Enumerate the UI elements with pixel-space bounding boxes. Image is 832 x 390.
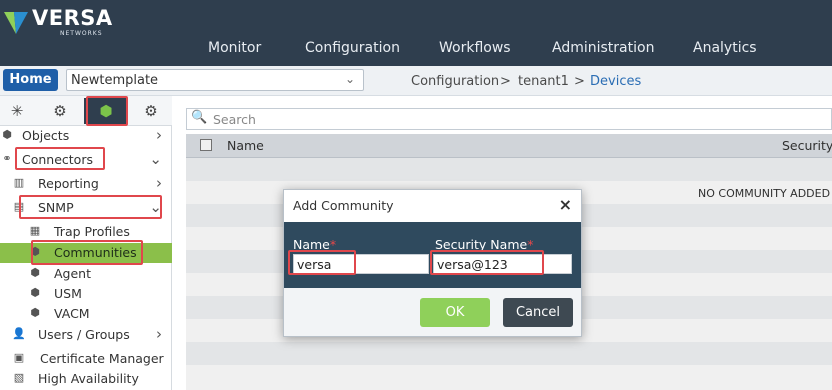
sidebar-item-high-availability[interactable]: ▧ High Availability (0, 369, 172, 389)
ok-button[interactable]: OK (420, 298, 490, 327)
organization-select-value: Newtemplate (71, 73, 159, 88)
server-icon: ▤ (13, 200, 25, 213)
main-nav: Monitor Configuration Workflows Administ… (0, 40, 832, 60)
close-icon[interactable]: × (559, 195, 572, 214)
nav-administration[interactable]: Administration (552, 40, 654, 56)
sidebar-item-vacm[interactable]: ⬢ VACM (0, 304, 172, 324)
sidebar-item-certificate-manager[interactable]: ▣ Certificate Manager (0, 349, 172, 369)
sidebar-tabs: ✳ ⚙ ⬢ ⚙ (0, 96, 172, 126)
search-icon: 🔍 (191, 110, 208, 125)
security-name-label: Security Name* (435, 237, 534, 252)
sidebar-item-usm[interactable]: ⬢ USM (0, 284, 172, 304)
gear-icon[interactable]: ⚙ (45, 98, 75, 124)
sidebar-item-agent[interactable]: ⬢ Agent (0, 264, 172, 284)
cube-icon: ⬢ (30, 286, 40, 299)
dialog-title: Add Community (293, 198, 394, 213)
nav-analytics[interactable]: Analytics (693, 40, 757, 56)
chevron-right-icon: › (156, 325, 162, 343)
chevron-down-icon: ⌄ (344, 72, 355, 86)
sidebar-item-label: VACM (54, 306, 90, 321)
settings-badge-icon[interactable]: ⚙ (136, 98, 166, 124)
required-mark: * (527, 237, 534, 252)
cube-icon: ⬢ (2, 128, 12, 141)
dialog-footer: OK Cancel (284, 288, 581, 336)
nav-monitor[interactable]: Monitor (208, 40, 261, 56)
cancel-button[interactable]: Cancel (503, 298, 573, 327)
search-box[interactable]: 🔍 Search (186, 108, 832, 130)
security-name-input[interactable] (433, 254, 572, 274)
logo-subtext: NETWORKS (60, 30, 103, 37)
breadcrumb-tenant[interactable]: tenant1 (518, 74, 569, 89)
doc-icon: ▦ (29, 224, 41, 237)
sidebar-item-users-groups[interactable]: 👤 Users / Groups › (0, 325, 172, 345)
sidebar-item-label: Agent (54, 266, 91, 281)
organization-select[interactable]: Newtemplate ⌄ (66, 69, 364, 91)
dialog-body: Name* Security Name* (284, 222, 581, 288)
chevron-down-icon: ⌄ (149, 198, 162, 216)
sidebar-item-snmp[interactable]: ▤ SNMP ⌄ (0, 198, 172, 218)
cube-icon: ⬢ (30, 245, 40, 258)
sidebar-item-label: Certificate Manager (40, 351, 164, 366)
sidebar-item-label: Connectors (22, 152, 93, 167)
breadcrumb-separator: > (574, 74, 585, 89)
nav-configuration[interactable]: Configuration (305, 40, 400, 56)
home-button[interactable]: Home (3, 69, 58, 91)
dialog-header: Add Community × (284, 190, 581, 222)
user-icon: 👤 (12, 327, 26, 340)
chart-icon: ▥ (13, 176, 25, 189)
required-mark: * (329, 237, 337, 252)
sidebar-item-connectors[interactable]: ⚭ Connectors ⌄ (0, 150, 172, 170)
add-community-dialog: Add Community × Name* Security Name* OK … (283, 189, 582, 337)
breadcrumb-devices[interactable]: Devices (590, 74, 641, 89)
versa-logo-icon (4, 12, 28, 34)
sidebar-item-label: USM (54, 286, 82, 301)
cube-icon[interactable]: ⬢ (84, 98, 128, 124)
chevron-right-icon: › (156, 126, 162, 144)
sidebar-item-label: Trap Profiles (54, 224, 130, 239)
breadcrumb-configuration[interactable]: Configuration (411, 74, 499, 89)
network-icon[interactable]: ✳ (2, 98, 32, 124)
sidebar-item-reporting[interactable]: ▥ Reporting › (0, 174, 172, 194)
ha-icon: ▧ (13, 371, 25, 384)
cube-icon: ⬢ (30, 306, 40, 319)
sidebar-item-trap-profiles[interactable]: ▦ Trap Profiles (0, 222, 172, 242)
sidebar-item-label: Objects (22, 128, 70, 143)
sidebar-item-communities[interactable]: ⬢ Communities (0, 243, 172, 263)
cube-icon: ⬢ (30, 266, 40, 279)
chevron-right-icon: › (156, 174, 162, 192)
link-icon: ⚭ (2, 152, 12, 165)
name-input[interactable] (293, 254, 429, 274)
nav-workflows[interactable]: Workflows (439, 40, 511, 56)
name-label: Name* (293, 237, 337, 252)
chevron-down-icon: ⌄ (149, 150, 162, 168)
sidebar-item-label: Communities (54, 245, 137, 260)
breadcrumb-separator: > (500, 74, 511, 89)
search-placeholder: Search (213, 112, 256, 127)
sidebar-item-label: SNMP (38, 200, 74, 215)
certificate-icon: ▣ (13, 351, 25, 364)
sidebar-item-label: Reporting (38, 176, 99, 191)
logo-text: VERSA (32, 6, 113, 30)
sidebar-item-label: High Availability (38, 371, 139, 386)
versa-logo[interactable]: VERSA NETWORKS (4, 4, 114, 38)
sidebar-item-objects[interactable]: ⬢ Objects › (0, 126, 172, 146)
left-sidebar: ✳ ⚙ ⬢ ⚙ ⬢ Objects › ⚭ Connectors ⌄ ▥ Rep… (0, 96, 172, 390)
sidebar-item-label: Users / Groups (38, 327, 130, 342)
top-header: VERSA NETWORKS Monitor Configuration Wor… (0, 0, 832, 66)
